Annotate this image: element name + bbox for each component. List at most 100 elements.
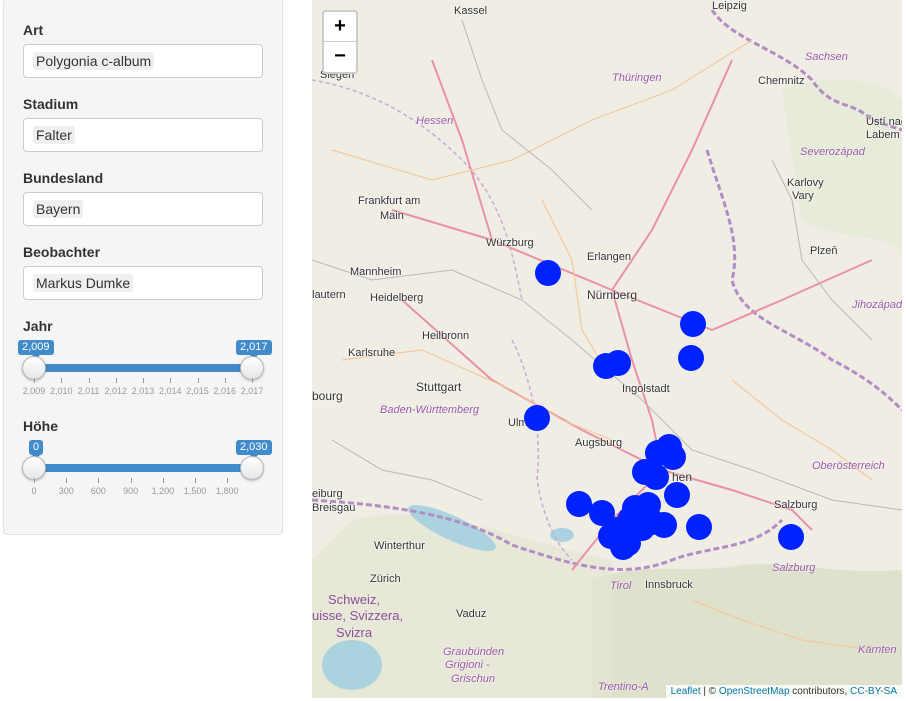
beobachter-selected-value[interactable]: Markus Dumke	[33, 274, 134, 292]
region-label: Baden-Württemberg	[380, 404, 480, 416]
region-label: Thüringen	[612, 72, 662, 84]
jahr-tick	[170, 378, 172, 383]
city-label: Frankfurt am	[358, 195, 421, 207]
city-label: Innsbruck	[645, 579, 693, 591]
jahr-tick-label: 2,012	[104, 386, 128, 396]
art-selected-value[interactable]: Polygonia c-album	[33, 52, 155, 70]
region-label: Salzburg	[772, 562, 816, 574]
attribution-separator: | ©	[700, 686, 719, 697]
city-label: Main	[380, 210, 404, 222]
observation-marker[interactable]	[524, 405, 550, 431]
region-label: Tirol	[610, 580, 632, 592]
observation-marker[interactable]	[686, 514, 712, 540]
hoehe-slider-ticks: 0 300 600 900 1,200 1,500 1,800	[31, 478, 252, 496]
hoehe-slider-track[interactable]	[34, 464, 252, 472]
country-label: Schweiz,	[328, 592, 381, 607]
bundesland-selected-value[interactable]: Bayern	[33, 200, 84, 218]
region-label: Kärnten	[858, 644, 897, 656]
bundesland-label: Bundesland	[23, 170, 104, 186]
bundesland-select[interactable]: Bayern	[23, 192, 263, 226]
city-label: Ústí nad	[866, 116, 902, 128]
hoehe-to-handle[interactable]	[240, 456, 264, 480]
city-label: eiburg	[312, 488, 343, 500]
hoehe-tick-label: 0	[31, 486, 37, 496]
city-label: Ingolstadt	[622, 383, 670, 395]
city-label: Breisgau	[312, 502, 356, 514]
jahr-tick-label: 2,009	[22, 386, 46, 396]
hoehe-tick	[34, 478, 35, 483]
city-label: Augsburg	[575, 437, 623, 449]
country-label: Svizra	[336, 625, 373, 640]
observation-marker[interactable]	[610, 534, 636, 560]
jahr-slider-track[interactable]	[34, 364, 252, 372]
hoehe-tick-label: 300	[58, 486, 74, 496]
stadium-select[interactable]: Falter	[23, 118, 263, 152]
zoom-in-button[interactable]: +	[324, 12, 356, 42]
city-label: lautern	[312, 289, 346, 301]
jahr-tick-label: 2,017	[240, 386, 264, 396]
observation-marker[interactable]	[778, 524, 804, 550]
jahr-tick-label: 2,010	[49, 386, 73, 396]
jahr-to-badge: 2,017	[236, 340, 272, 359]
region-label: Grischun	[451, 673, 496, 685]
jahr-tick	[143, 378, 144, 383]
osm-link[interactable]: OpenStreetMap	[719, 686, 790, 697]
observation-marker[interactable]	[651, 512, 677, 538]
hoehe-tick	[227, 478, 229, 483]
map-base-layer	[312, 9, 902, 698]
country-label: uisse, Svizzera,	[312, 608, 404, 623]
jahr-tick	[252, 378, 253, 383]
hoehe-tick-label: 1,800	[216, 486, 239, 496]
city-label: Vaduz	[456, 608, 487, 620]
stadium-selected-value[interactable]: Falter	[33, 126, 75, 144]
observation-marker[interactable]	[678, 345, 704, 371]
jahr-to-handle[interactable]	[240, 356, 264, 380]
jahr-slider-ticks: 2,009 2,010 2,011 2,012 2,013 2,014 2,015 2,016…	[23, 378, 263, 396]
beobachter-label: Beobachter	[23, 244, 101, 260]
observation-marker[interactable]	[664, 482, 690, 508]
jahr-tick-label: 2,013	[131, 386, 155, 396]
city-label: Labem	[866, 129, 900, 141]
city-label: Stuttgart	[416, 380, 462, 394]
hoehe-tick-label: 600	[90, 486, 106, 496]
attribution-contributors: contributors,	[789, 686, 851, 697]
leaflet-link[interactable]: Leaflet	[671, 686, 701, 697]
jahr-tick	[224, 378, 226, 383]
hoehe-tick	[98, 478, 100, 483]
city-label: Chemnitz	[758, 75, 805, 87]
city-label: Karlovy	[787, 177, 824, 189]
hoehe-tick	[66, 478, 68, 483]
beobachter-select[interactable]: Markus Dumke	[23, 266, 263, 300]
observation-marker[interactable]	[643, 464, 669, 490]
jahr-from-handle[interactable]	[22, 356, 46, 380]
hoehe-from-badge: 0	[29, 440, 44, 459]
license-link[interactable]: CC-BY-SA	[850, 686, 897, 697]
city-label: Karlsruhe	[348, 347, 396, 359]
jahr-label: Jahr	[23, 318, 53, 334]
city-label: Mannheim	[350, 266, 402, 278]
jahr-tick-label: 2,015	[186, 386, 209, 396]
city-label: Heilbronn	[422, 330, 470, 342]
zoom-out-button[interactable]: −	[324, 42, 356, 71]
jahr-tick	[61, 378, 63, 383]
observation-marker[interactable]	[535, 260, 561, 286]
city-label: bourg	[312, 389, 343, 403]
filter-panel: Art Polygonia c-album Stadium Falter Bun…	[3, 0, 283, 535]
region-label: Jihozápad	[852, 299, 902, 311]
observation-marker[interactable]	[605, 350, 631, 376]
jahr-tick	[197, 378, 199, 383]
art-select[interactable]: Polygonia c-album	[23, 44, 263, 78]
art-label: Art	[23, 22, 44, 38]
jahr-tick-label: 2,016	[213, 386, 237, 396]
jahr-tick	[115, 378, 117, 383]
hoehe-from-handle[interactable]	[22, 456, 46, 480]
jahr-tick-label: 2,011	[77, 386, 100, 396]
city-label: Heidelberg	[370, 292, 424, 304]
observation-marker[interactable]	[680, 311, 706, 337]
city-label: Salzburg	[774, 499, 818, 511]
region-label: Hessen	[416, 115, 454, 127]
jahr-tick	[34, 378, 35, 383]
hoehe-tick	[195, 478, 197, 483]
leaflet-map[interactable]: Kassel Leipzig Siegen Chemnitz Ústí nad …	[312, 0, 902, 698]
region-label: Graubünden	[443, 646, 505, 658]
